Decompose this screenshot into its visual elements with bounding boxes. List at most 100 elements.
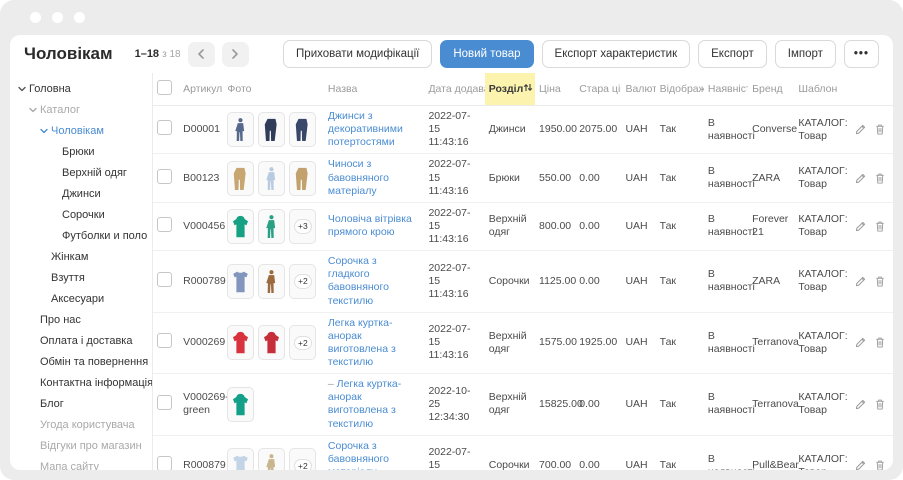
sidebar-item[interactable]: Футболки и поло <box>10 225 152 246</box>
product-photo-thumbnail[interactable] <box>258 448 285 470</box>
sidebar-item[interactable]: Обмін та повернення <box>10 351 152 372</box>
photo-group: +2 <box>227 264 320 299</box>
product-name-link[interactable]: Легка куртка-анорак виготовлена з тексти… <box>328 317 396 368</box>
sidebar-item-label: Верхній одяг <box>62 167 127 179</box>
prev-page-button[interactable] <box>188 42 215 67</box>
delete-button[interactable] <box>875 276 885 287</box>
edit-button[interactable] <box>855 276 866 287</box>
column-header-date[interactable]: Дата додавання <box>424 73 484 106</box>
row-select-checkbox[interactable] <box>157 169 172 184</box>
product-name-link[interactable]: Сорочка з бавовняного матеріалу притален… <box>328 440 416 470</box>
row-select-checkbox[interactable] <box>157 272 172 287</box>
row-select-checkbox[interactable] <box>157 333 172 348</box>
column-header-display[interactable]: Відображати <box>656 73 704 106</box>
sidebar-item[interactable]: Джинси <box>10 183 152 204</box>
sidebar-item[interactable]: Верхній одяг <box>10 162 152 183</box>
export-characteristics-button[interactable]: Експорт характеристик <box>542 40 691 68</box>
sidebar-item[interactable]: Мапа сайту <box>10 456 152 470</box>
edit-button[interactable] <box>855 173 866 184</box>
product-name-link[interactable]: – Легка куртка-анорак виготовлена з текс… <box>328 378 401 429</box>
edit-button[interactable] <box>855 124 866 135</box>
select-all-checkbox[interactable] <box>157 80 172 95</box>
column-header-label: Артикул <box>183 83 222 95</box>
edit-button[interactable] <box>855 221 866 232</box>
tree-expand-toggle[interactable] <box>16 85 28 93</box>
sidebar-item[interactable]: Угода користувача <box>10 414 152 435</box>
product-photo-thumbnail[interactable] <box>289 112 316 147</box>
column-header-template[interactable]: Шаблон <box>794 73 850 106</box>
row-select-checkbox[interactable] <box>157 120 172 135</box>
hide-modifications-button[interactable]: Приховати модифікації <box>283 40 432 68</box>
sidebar-item[interactable]: Чоловікам <box>10 120 152 141</box>
product-photo-thumbnail[interactable] <box>289 161 316 196</box>
new-product-button[interactable]: Новий товар <box>440 40 533 68</box>
more-photos-badge[interactable]: +3 <box>289 209 316 244</box>
column-header-section[interactable]: Розділ <box>485 73 535 106</box>
delete-button[interactable] <box>875 173 885 184</box>
product-photo-thumbnail[interactable] <box>227 325 254 360</box>
product-photo-thumbnail[interactable] <box>258 112 285 147</box>
edit-button[interactable] <box>855 460 866 470</box>
delete-button[interactable] <box>875 124 885 135</box>
column-header-articul[interactable]: Артикул <box>179 73 223 106</box>
product-photo-thumbnail[interactable] <box>258 264 285 299</box>
product-name-link[interactable]: Джинси з декоративними потертостями <box>328 110 403 148</box>
window-control-minimize-icon[interactable] <box>52 12 63 23</box>
row-select-checkbox[interactable] <box>157 395 172 410</box>
column-header-select[interactable] <box>153 73 179 106</box>
more-actions-button[interactable]: ••• <box>844 40 879 68</box>
cell-template: КАТАЛОГ: Товар <box>794 202 850 250</box>
sidebar-item[interactable]: Відгуки про магазин <box>10 435 152 456</box>
export-button[interactable]: Експорт <box>698 40 767 68</box>
sidebar-item[interactable]: Блог <box>10 393 152 414</box>
edit-button[interactable] <box>855 399 866 410</box>
delete-button[interactable] <box>875 399 885 410</box>
cell-brand: ZARA <box>748 251 794 313</box>
column-header-photo[interactable]: Фото <box>223 73 324 106</box>
more-photos-badge[interactable]: +2 <box>289 264 316 299</box>
product-photo-thumbnail[interactable] <box>227 448 254 470</box>
more-photos-badge[interactable]: +2 <box>289 325 316 360</box>
product-photo-thumbnail[interactable] <box>227 387 254 422</box>
column-header-old_price[interactable]: Стара ціна <box>575 73 621 106</box>
row-select-checkbox[interactable] <box>157 217 172 232</box>
sidebar-item[interactable]: Взуття <box>10 267 152 288</box>
column-header-name[interactable]: Назва <box>324 73 425 106</box>
column-header-availability[interactable]: Наявність <box>704 73 748 106</box>
import-button[interactable]: Імпорт <box>775 40 836 68</box>
tree-expand-toggle[interactable] <box>38 127 50 135</box>
product-photo-thumbnail[interactable] <box>258 325 285 360</box>
column-header-price[interactable]: Ціна <box>535 73 575 106</box>
delete-button[interactable] <box>875 337 885 348</box>
delete-button[interactable] <box>875 221 885 232</box>
more-photos-badge[interactable]: +2 <box>289 448 316 470</box>
row-select-checkbox[interactable] <box>157 456 172 470</box>
window-control-zoom-icon[interactable] <box>74 12 85 23</box>
product-photo-thumbnail[interactable] <box>227 112 254 147</box>
column-header-currency[interactable]: Валюта <box>621 73 655 106</box>
product-photo-thumbnail[interactable] <box>258 161 285 196</box>
product-photo-thumbnail[interactable] <box>227 209 254 244</box>
delete-button[interactable] <box>875 460 885 470</box>
sidebar-item[interactable]: Брюки <box>10 141 152 162</box>
sidebar-item[interactable]: Контактна інформація <box>10 372 152 393</box>
sidebar-item[interactable]: Жінкам <box>10 246 152 267</box>
sidebar-item[interactable]: Про нас <box>10 309 152 330</box>
sidebar-item[interactable]: Каталог <box>10 99 152 120</box>
sidebar-item[interactable]: Аксесуари <box>10 288 152 309</box>
row-actions <box>855 276 889 287</box>
next-page-button[interactable] <box>222 42 249 67</box>
window-control-close-icon[interactable] <box>30 12 41 23</box>
sidebar-item[interactable]: Оплата і доставка <box>10 330 152 351</box>
tree-expand-toggle[interactable] <box>27 106 39 114</box>
sidebar-item[interactable]: Сорочки <box>10 204 152 225</box>
product-photo-thumbnail[interactable] <box>227 161 254 196</box>
product-name-link[interactable]: Сорочка з гладкого бавовняного текстилю <box>328 255 389 306</box>
sidebar-item[interactable]: Головна <box>10 78 152 99</box>
product-photo-thumbnail[interactable] <box>258 209 285 244</box>
product-name-link[interactable]: Чиноси з бавовняного матеріалу <box>328 158 389 196</box>
product-photo-thumbnail[interactable] <box>227 264 254 299</box>
product-name-link[interactable]: Чоловіча вітрівка прямого крою <box>328 213 412 238</box>
edit-button[interactable] <box>855 337 866 348</box>
column-header-brand[interactable]: Бренд <box>748 73 794 106</box>
